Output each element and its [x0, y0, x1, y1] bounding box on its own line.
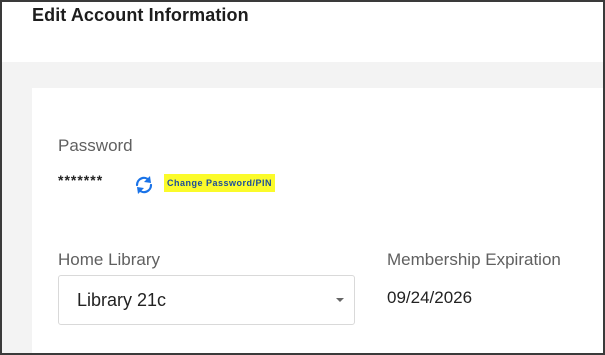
- home-library-label: Home Library: [58, 250, 161, 269]
- panel-header: Edit Account Information: [2, 2, 603, 62]
- refresh-icon[interactable]: [132, 173, 156, 197]
- edit-account-panel: Edit Account Information Password ******…: [0, 0, 605, 355]
- password-value: *******: [58, 172, 104, 188]
- change-password-link[interactable]: Change Password/PIN: [164, 174, 276, 192]
- home-library-select[interactable]: Library 21c: [58, 275, 355, 325]
- home-library-selected: Library 21c: [77, 290, 167, 310]
- chevron-down-icon: [336, 298, 344, 302]
- membership-expiration-value: 09/24/2026: [387, 288, 473, 307]
- membership-expiration-label: Membership Expiration: [387, 250, 561, 269]
- password-label: Password: [58, 136, 133, 155]
- page-title: Edit Account Information: [32, 5, 249, 25]
